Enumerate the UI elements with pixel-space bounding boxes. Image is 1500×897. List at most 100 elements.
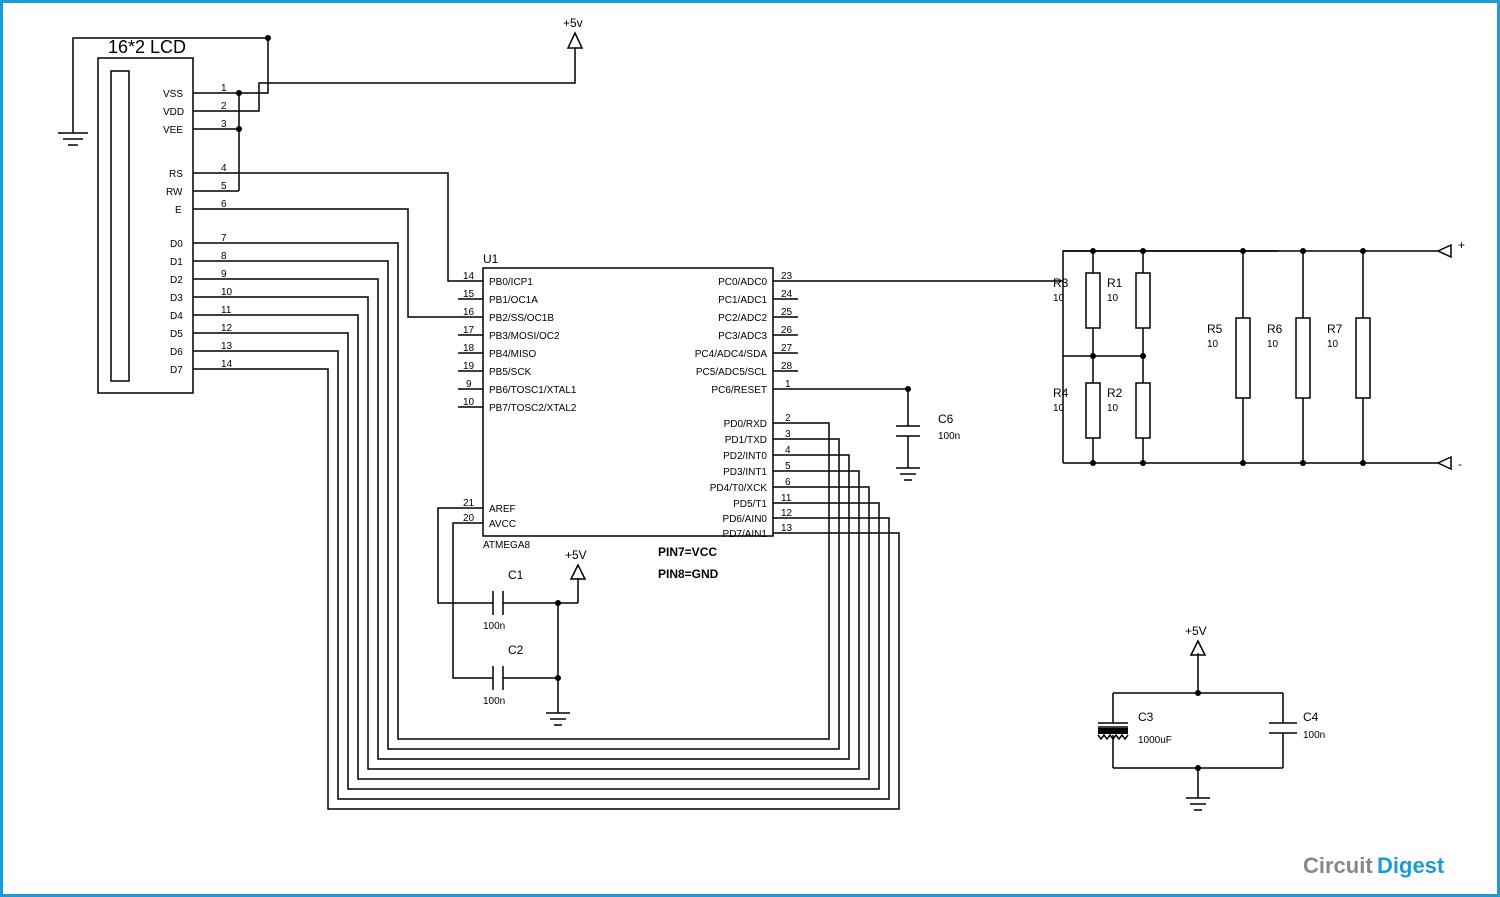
svg-text:24: 24 — [781, 289, 793, 300]
lcd-pin-e: E — [175, 205, 182, 216]
ic-ref: U1 — [483, 252, 499, 266]
pin-pc3: PC3/ADC3 — [718, 331, 767, 342]
label-5v-aref: +5V — [565, 548, 587, 562]
lcd-pin-vee: VEE — [163, 125, 183, 136]
c4-val: 100n — [1303, 730, 1325, 741]
r1-ref: R1 — [1107, 276, 1123, 290]
pin-pb3: PB3/MOSI/OC2 — [489, 331, 560, 342]
pin-pb2: PB2/SS/OC1B — [489, 313, 554, 324]
svg-text:10: 10 — [1267, 339, 1279, 350]
svg-text:10: 10 — [1107, 293, 1119, 304]
label-5v-supply: +5V — [1185, 624, 1207, 638]
ic-right-pc: PC0/ADC023 PC1/ADC124 PC2/ADC225 PC3/ADC… — [695, 271, 798, 396]
pin-pb5: PB5/SCK — [489, 367, 532, 378]
lcd-pin-d0: D0 — [170, 239, 183, 250]
pin-pc4: PC4/ADC4/SDA — [695, 349, 768, 360]
svg-text:11: 11 — [781, 493, 792, 504]
svg-text:10: 10 — [463, 397, 475, 408]
svg-text:17: 17 — [463, 325, 475, 336]
pin-pb0: PB0/ICP1 — [489, 277, 533, 288]
svg-text:20: 20 — [463, 513, 475, 524]
c1-val: 100n — [483, 621, 505, 632]
c3-ref: C3 — [1138, 710, 1154, 724]
brand-b: Digest — [1377, 853, 1445, 878]
pin-avcc: AVCC — [489, 519, 516, 530]
pin-pb6: PB6/TOSC1/XTAL1 — [489, 385, 577, 396]
pin-pd3: PD3/INT1 — [723, 467, 767, 478]
lcd-pin-rs: RS — [169, 169, 183, 180]
label-5v-lcd: +5v — [563, 16, 583, 30]
svg-text:4: 4 — [785, 445, 791, 456]
adc-net: C6 100n — [798, 251, 1278, 480]
pin-pc6: PC6/RESET — [711, 385, 767, 396]
pin-pd0: PD0/RXD — [724, 419, 767, 430]
svg-text:9: 9 — [466, 379, 472, 390]
ic-name: ATMEGA8 — [483, 540, 530, 551]
lcd-pin-d1: D1 — [170, 257, 183, 268]
lcd-pin-d2: D2 — [170, 275, 183, 286]
svg-text:23: 23 — [781, 271, 793, 282]
pin-pd1: PD1/TXD — [725, 435, 767, 446]
pin-pc0: PC0/ADC0 — [718, 277, 767, 288]
lcd-pin-d6: D6 — [170, 347, 183, 358]
pin-pb1: PB1/OC1A — [489, 295, 538, 306]
ic-right-pd: PD0/RXD2 PD1/TXD3 PD2/INT04 PD3/INT15 PD… — [710, 413, 798, 540]
svg-text:+: + — [1458, 238, 1465, 252]
pin-pb7: PB7/TOSC2/XTAL2 — [489, 403, 577, 414]
svg-text:18: 18 — [463, 343, 475, 354]
svg-text:26: 26 — [781, 325, 793, 336]
pin-pc1: PC1/ADC1 — [718, 295, 767, 306]
svg-text:13: 13 — [781, 523, 793, 534]
svg-text:10: 10 — [1053, 293, 1065, 304]
svg-text:-: - — [1458, 457, 1462, 471]
lcd-pin-vss: VSS — [163, 89, 183, 100]
svg-text:2: 2 — [785, 413, 791, 424]
c4-ref: C4 — [1303, 710, 1319, 724]
pin-pc5: PC5/ADC5/SCL — [696, 367, 768, 378]
c2-ref: C2 — [508, 643, 524, 657]
r3-ref: R3 — [1053, 276, 1069, 290]
ic-note1: PIN7=VCC — [658, 545, 717, 559]
c6-ref: C6 — [938, 412, 954, 426]
c1-ref: C1 — [508, 568, 524, 582]
svg-text:1: 1 — [785, 379, 791, 390]
svg-text:16: 16 — [463, 307, 475, 318]
lcd-pin-d4: D4 — [170, 311, 183, 322]
ctrl-wires — [218, 173, 458, 317]
r7-ref: R7 — [1327, 322, 1343, 336]
c2-val: 100n — [483, 696, 505, 707]
brand-a: Circuit — [1303, 853, 1373, 878]
c3-val: 1000uF — [1138, 735, 1172, 746]
pin-pd2: PD2/INT0 — [723, 451, 767, 462]
supply-decouple: +5V C3 1000uF C4 100n — [1098, 624, 1325, 810]
lcd-pin-rw: RW — [166, 187, 183, 198]
schematic-frame: 16*2 LCD VSS1 VDD2 VEE3 RS4 RW5 E6 D07 D… — [0, 0, 1500, 897]
lcd-pin-d7: D7 — [170, 365, 183, 376]
svg-text:10: 10 — [1207, 339, 1219, 350]
data-bus — [218, 243, 899, 809]
lcd-pin-d5: D5 — [170, 329, 183, 340]
svg-text:10: 10 — [1107, 403, 1119, 414]
svg-text:12: 12 — [781, 508, 793, 519]
lcd-title: 16*2 LCD — [108, 37, 186, 57]
svg-text:3: 3 — [785, 429, 791, 440]
svg-text:14: 14 — [463, 271, 475, 282]
pin-pd7: PD7/AIN1 — [723, 529, 768, 540]
lcd-pin-d3: D3 — [170, 293, 183, 304]
ic-left-pins: 14 PB0/ICP1 15 PB1/OC1A 16 PB2/SS/OC1B 17 PB… — [458, 271, 577, 530]
r6-ref: R6 — [1267, 322, 1283, 336]
svg-text:6: 6 — [785, 477, 791, 488]
svg-text:21: 21 — [463, 498, 475, 509]
svg-text:27: 27 — [781, 343, 793, 354]
r4-ref: R4 — [1053, 386, 1069, 400]
lcd-pin-wires: VSS1 VDD2 VEE3 RS4 RW5 E6 D07 D18 D29 D3… — [163, 83, 233, 376]
svg-text:19: 19 — [463, 361, 475, 372]
svg-text:10: 10 — [1327, 339, 1339, 350]
pin-pd6: PD6/AIN0 — [723, 514, 768, 525]
r2-ref: R2 — [1107, 386, 1123, 400]
pin-pd4: PD4/T0/XCK — [710, 483, 768, 494]
svg-text:28: 28 — [781, 361, 793, 372]
svg-text:15: 15 — [463, 289, 475, 300]
pin-pc2: PC2/ADC2 — [718, 313, 767, 324]
svg-text:10: 10 — [1053, 403, 1065, 414]
